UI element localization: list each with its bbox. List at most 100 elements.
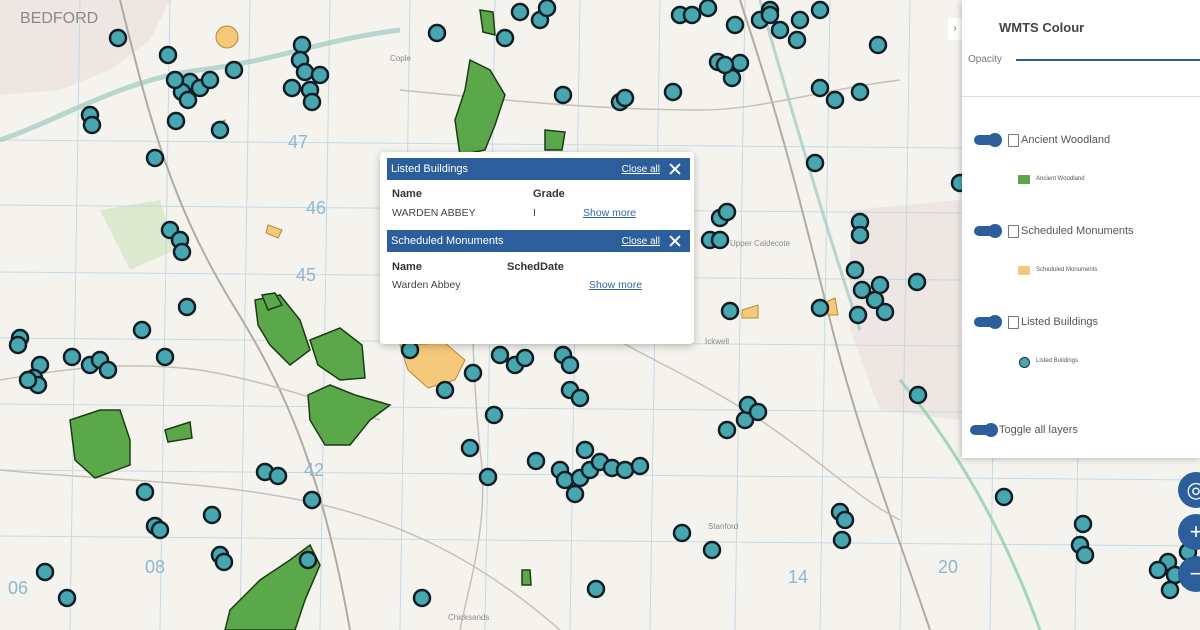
listed-building-marker[interactable] [870,275,890,295]
listed-building-marker[interactable] [717,202,737,222]
listed-building-marker[interactable] [663,82,683,102]
listed-building-marker[interactable] [725,15,745,35]
listed-building-marker[interactable] [770,20,790,40]
listed-building-marker[interactable] [682,5,702,25]
listed-building-marker[interactable] [710,230,730,250]
toggle-scheduled-monuments[interactable] [974,224,1002,238]
close-icon[interactable] [668,162,682,176]
listed-building-marker[interactable] [515,348,535,368]
listed-building-marker[interactable] [302,490,322,510]
listed-building-marker[interactable] [875,302,895,322]
listed-building-marker[interactable] [537,0,557,18]
listed-building-marker[interactable] [832,530,852,550]
panel-collapse-button[interactable]: › [948,18,962,40]
listed-building-marker[interactable] [478,467,498,487]
listed-building-marker[interactable] [177,297,197,317]
listed-building-marker[interactable] [282,78,302,98]
listed-building-marker[interactable] [412,588,432,608]
listed-building-marker[interactable] [8,335,28,355]
listed-building-marker[interactable] [730,53,750,73]
listed-building-marker[interactable] [463,363,483,383]
listed-building-marker[interactable] [132,320,152,340]
listed-building-marker[interactable] [108,28,128,48]
listed-building-marker[interactable] [82,115,102,135]
listed-building-marker[interactable] [565,484,585,504]
listed-building-marker[interactable] [810,298,830,318]
listed-building-marker[interactable] [292,35,312,55]
show-more-link[interactable]: Show more [583,207,636,219]
listed-building-marker[interactable] [510,2,530,22]
listed-building-marker[interactable] [868,35,888,55]
listed-building-marker[interactable] [172,242,192,262]
listed-building-marker[interactable] [18,370,38,390]
listed-building-marker[interactable] [720,301,740,321]
listed-building-marker[interactable] [268,466,288,486]
listed-building-marker[interactable] [698,0,718,18]
listed-building-marker[interactable] [1160,580,1180,600]
listed-building-marker[interactable] [1148,560,1168,580]
listed-building-marker[interactable] [495,28,515,48]
listed-building-marker[interactable] [553,85,573,105]
listed-building-marker[interactable] [825,90,845,110]
opacity-slider[interactable] [1016,59,1200,61]
listed-building-marker[interactable] [717,420,737,440]
listed-building-marker[interactable] [835,510,855,530]
listed-building-marker[interactable] [1075,545,1095,565]
listed-building-marker[interactable] [224,60,244,80]
listed-building-marker[interactable] [158,45,178,65]
listed-building-marker[interactable] [178,90,198,110]
close-all-link[interactable]: Close all [622,236,660,247]
listed-building-marker[interactable] [310,65,330,85]
listed-building-marker[interactable] [57,588,77,608]
listed-building-marker[interactable] [145,148,165,168]
listed-building-marker[interactable] [810,0,830,20]
listed-building-marker[interactable] [98,360,118,380]
listed-building-marker[interactable] [715,55,735,75]
listed-building-marker[interactable] [400,340,420,360]
listed-building-marker[interactable] [210,120,230,140]
listed-building-marker[interactable] [490,345,510,365]
listed-building-marker[interactable] [850,225,870,245]
listed-building-marker[interactable] [570,388,590,408]
listed-building-marker[interactable] [630,456,650,476]
listed-building-marker[interactable] [908,385,928,405]
listed-building-marker[interactable] [615,460,635,480]
listed-building-marker[interactable] [526,451,546,471]
listed-building-marker[interactable] [435,380,455,400]
show-more-link[interactable]: Show more [589,279,642,291]
listed-building-marker[interactable] [298,550,318,570]
toggle-ancient-woodland[interactable] [974,133,1002,147]
listed-building-marker[interactable] [790,10,810,30]
listed-building-marker[interactable] [135,482,155,502]
listed-building-marker[interactable] [460,438,480,458]
listed-building-marker[interactable] [200,70,220,90]
listed-building-marker[interactable] [845,260,865,280]
listed-building-marker[interactable] [586,579,606,599]
listed-building-marker[interactable] [427,23,447,43]
listed-building-marker[interactable] [484,405,504,425]
listed-building-marker[interactable] [150,520,170,540]
listed-building-marker[interactable] [787,30,807,50]
listed-building-marker[interactable] [615,88,635,108]
listed-building-marker[interactable] [202,505,222,525]
listed-building-marker[interactable] [560,355,580,375]
listed-building-marker[interactable] [575,440,595,460]
listed-building-marker[interactable] [214,552,234,572]
listed-building-marker[interactable] [850,82,870,102]
listed-building-marker[interactable] [810,78,830,98]
listed-building-marker[interactable] [848,305,868,325]
close-icon[interactable] [668,234,682,248]
listed-building-marker[interactable] [35,562,55,582]
listed-building-marker[interactable] [994,487,1014,507]
listed-building-marker[interactable] [555,470,575,490]
listed-building-marker[interactable] [760,5,780,25]
listed-building-marker[interactable] [62,347,82,367]
toggle-listed-buildings[interactable] [974,315,1002,329]
listed-building-marker[interactable] [805,153,825,173]
listed-building-marker[interactable] [166,111,186,131]
listed-building-marker[interactable] [907,272,927,292]
close-all-link[interactable]: Close all [622,164,660,175]
listed-building-marker[interactable] [295,62,315,82]
listed-building-marker[interactable] [702,540,722,560]
toggle-all-layers[interactable] [970,423,998,437]
